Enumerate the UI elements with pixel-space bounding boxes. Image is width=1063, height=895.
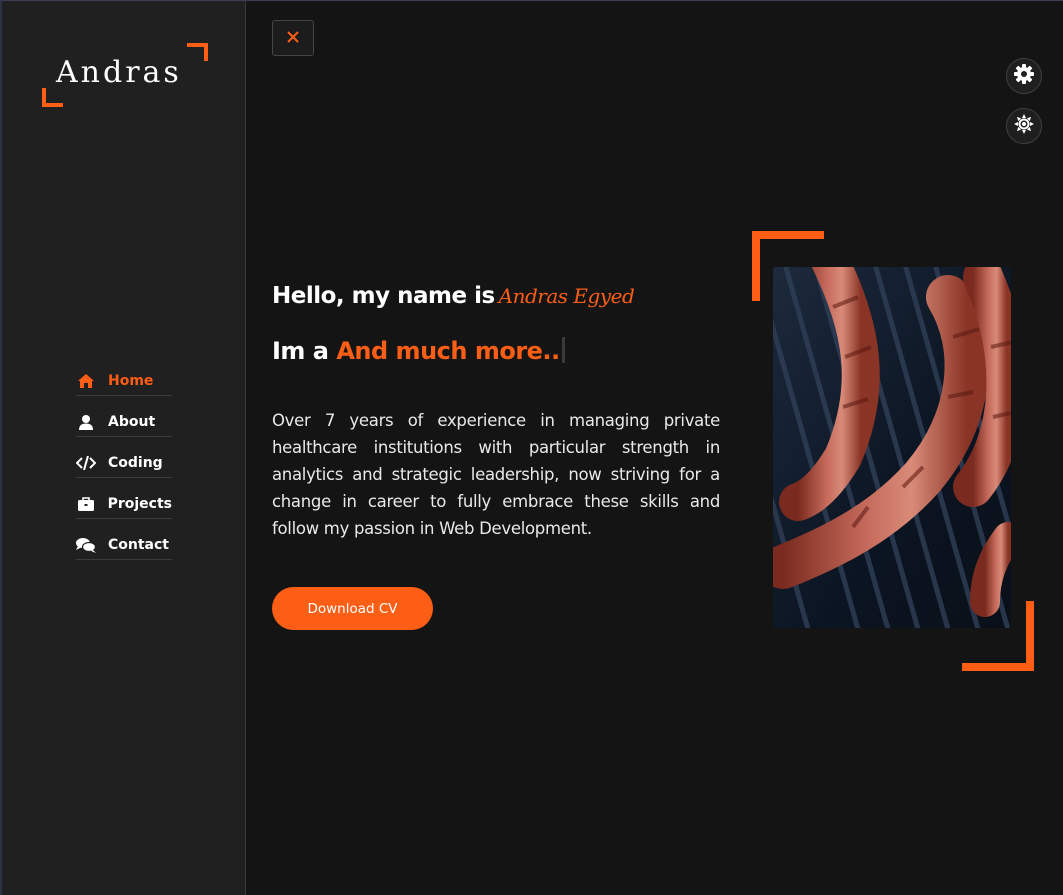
typing-cursor xyxy=(561,337,565,363)
settings-button[interactable] xyxy=(1006,58,1042,94)
sidebar-item-label: Home xyxy=(108,373,154,389)
sidebar-item-label: Contact xyxy=(108,537,169,553)
logo[interactable]: Andras xyxy=(42,43,208,107)
sidebar-item-projects[interactable]: Projects xyxy=(76,490,172,519)
sidebar-item-home[interactable]: Home xyxy=(76,367,172,396)
sidebar-item-label: Projects xyxy=(107,496,172,512)
greeting-heading: Hello, my name is Andras Egyed xyxy=(272,283,635,309)
role-heading: Im a And much more.. xyxy=(272,337,565,365)
portfolio-page: Andras Home About Coding Projects Contac… xyxy=(0,0,1063,895)
sidebar-item-label: Coding xyxy=(108,455,163,471)
close-button[interactable] xyxy=(272,20,314,56)
sidebar-item-about[interactable]: About xyxy=(76,408,172,437)
typed-role: And much more.. xyxy=(336,337,560,365)
briefcase-icon xyxy=(76,496,96,512)
close-icon xyxy=(286,29,300,48)
logo-corner-bottom-left xyxy=(42,88,63,107)
owner-name: Andras Egyed xyxy=(498,284,635,308)
role-prefix: Im a xyxy=(272,337,329,365)
user-icon xyxy=(76,414,96,430)
greeting-text: Hello, my name is xyxy=(272,283,495,309)
gear-icon xyxy=(1014,64,1034,88)
sidebar-item-label: About xyxy=(108,414,156,430)
home-icon xyxy=(76,373,96,389)
theme-toggle-button[interactable] xyxy=(1006,108,1042,144)
grilled-sausages-photo xyxy=(773,267,1011,628)
sidebar: Andras Home About Coding Projects Contac… xyxy=(2,1,246,895)
sun-icon xyxy=(1014,114,1034,138)
download-cv-button[interactable]: Download CV xyxy=(272,587,433,630)
profile-photo-frame xyxy=(752,231,1034,671)
sidebar-item-coding[interactable]: Coding xyxy=(76,449,172,478)
bio-paragraph: Over 7 years of experience in managing p… xyxy=(272,410,720,538)
photo-corner-bottom-right xyxy=(962,601,1034,671)
sidebar-nav: Home About Coding Projects Contact xyxy=(76,367,172,572)
logo-text: Andras xyxy=(56,55,182,90)
code-icon xyxy=(76,455,96,471)
sidebar-item-contact[interactable]: Contact xyxy=(76,531,172,560)
chat-icon xyxy=(76,537,96,553)
logo-corner-top-right xyxy=(187,43,208,61)
